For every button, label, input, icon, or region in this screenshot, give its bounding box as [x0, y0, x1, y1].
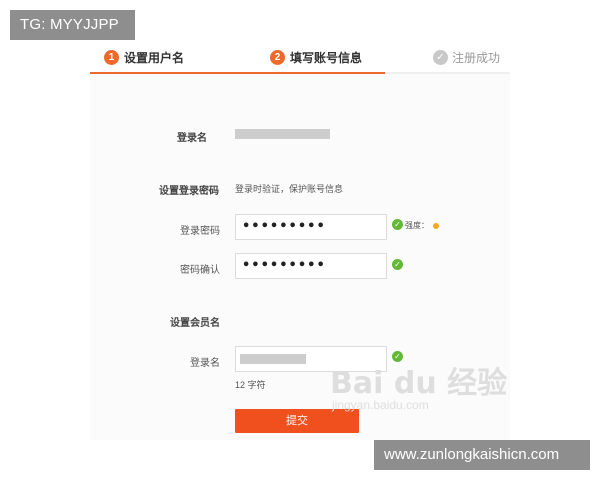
- username-value-masked: [235, 129, 330, 139]
- password-section-label: 设置登录密码: [159, 186, 219, 197]
- password-field[interactable]: •••••••••: [235, 214, 387, 240]
- check-circle-icon: ✓: [433, 49, 448, 65]
- step-label: 填写账号信息: [290, 50, 363, 65]
- step-fill-account-info: 2 填写账号信息: [270, 47, 362, 67]
- password-hint: 登录时验证，保护账号信息: [235, 184, 344, 194]
- strength-label: 强度：: [405, 221, 429, 230]
- watermark-brand: Bai du 经验: [330, 366, 508, 401]
- step-register-success: ✓ 注册成功: [433, 47, 500, 67]
- site-url-tag: www.zunlongkaishicn.com: [374, 440, 590, 470]
- submit-button[interactable]: 提交: [235, 409, 359, 433]
- confirm-password-field[interactable]: •••••••••: [235, 253, 387, 279]
- confirm-password-label: 密码确认: [180, 265, 220, 276]
- member-name-char-count: 12 字符: [235, 380, 266, 390]
- step-number-2: 2: [270, 49, 285, 65]
- step-set-username: 1 设置用户名: [104, 47, 184, 67]
- telegram-tag: TG: MYYJJPP: [10, 10, 135, 40]
- username-label: 登录名: [177, 133, 207, 144]
- member-name-label: 登录名: [190, 358, 220, 369]
- step-progress: 1 设置用户名 2 填写账号信息 ✓ 注册成功: [90, 42, 510, 74]
- step-label: 注册成功: [452, 50, 501, 65]
- step-number-1: 1: [104, 49, 119, 65]
- password-label: 登录密码: [180, 226, 220, 237]
- strength-indicator-icon: [433, 222, 439, 229]
- step-label: 设置用户名: [124, 50, 185, 65]
- confirm-valid-check-icon: ✓: [392, 259, 403, 270]
- baidu-jingyan-watermark: Bai du 经验 jingyan.baidu.com: [330, 358, 507, 412]
- member-name-section-label: 设置会员名: [170, 318, 220, 329]
- member-name-value-masked: [240, 354, 306, 364]
- password-strength: 强度：: [405, 220, 439, 231]
- password-valid-check-icon: ✓: [392, 219, 403, 230]
